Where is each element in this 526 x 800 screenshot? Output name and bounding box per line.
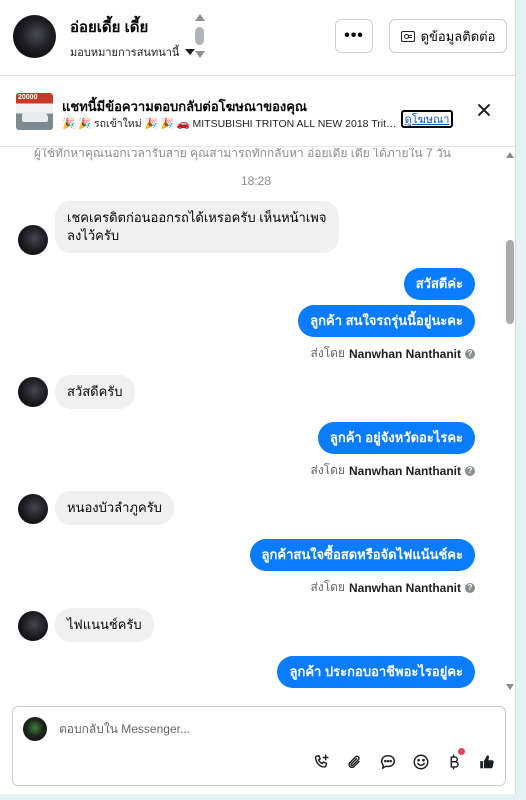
contact-card-icon bbox=[400, 30, 415, 42]
assign-conversation-dropdown[interactable]: มอบหมายการสนทนานี้ bbox=[70, 43, 196, 61]
help-icon[interactable]: ? bbox=[465, 348, 475, 359]
outgoing-message[interactable]: สวัสดีค่ะ bbox=[403, 268, 475, 300]
sent-by-agent: Nanwhan Nanthanit bbox=[348, 346, 461, 361]
page-avatar bbox=[23, 717, 47, 741]
scrollbar-thumb[interactable] bbox=[506, 240, 514, 324]
reply-input[interactable] bbox=[59, 718, 459, 740]
contact-avatar-small[interactable] bbox=[18, 225, 48, 255]
sent-by-label: ส่งโดย Nanwhan Nanthanit ? bbox=[311, 344, 475, 363]
sent-by-label: ส่งโดย Nanwhan Nanthanit ? bbox=[311, 578, 475, 597]
message-thread: ผู้ใช้ทักหาคุณนอกเวลารับสาย คุณสามารถทัก… bbox=[0, 148, 504, 696]
assign-label: มอบหมายการสนทนานี้ bbox=[70, 47, 180, 59]
contact-avatar[interactable] bbox=[13, 15, 56, 58]
view-contact-info-button[interactable]: ดูข้อมูลติดต่อ bbox=[389, 19, 507, 53]
ad-reply-banner: 20000 แชทนี้มีข้อความตอบกลับต่อโฆษณาของค… bbox=[0, 77, 515, 147]
arrow-down-icon[interactable] bbox=[195, 51, 205, 58]
sent-by-label: ส่งโดย Nanwhan Nanthanit ? bbox=[311, 461, 475, 480]
ad-thumbnail[interactable]: 20000 bbox=[16, 93, 53, 130]
sent-by-agent: Nanwhan Nanthanit bbox=[348, 580, 461, 595]
ad-banner-subtitle: 🎉 🎉 รถเข้าใหม่ 🎉 🎉 🚗 MITSUBISHI TRITON A… bbox=[62, 118, 398, 130]
outgoing-message[interactable]: ลูกค้า อยู่จังหวัดอะไรคะ bbox=[317, 422, 475, 454]
more-options-button[interactable]: ••• bbox=[335, 19, 373, 53]
contact-name[interactable]: อ่อยเดี้ย เดี้ย bbox=[70, 15, 148, 39]
ad-thumbnail-tag: 20000 bbox=[18, 94, 38, 101]
contact-avatar-small[interactable] bbox=[18, 611, 48, 641]
incoming-message[interactable]: สวัสดีครับ bbox=[55, 375, 135, 409]
payment-notification-dot bbox=[458, 748, 465, 755]
sent-by-agent: Nanwhan Nanthanit bbox=[348, 463, 461, 478]
ad-banner-title: แชทนี้มีข้อความตอบกลับต่อโฆษณาของคุณ bbox=[62, 99, 307, 114]
message-timestamp: 18:28 bbox=[240, 174, 272, 188]
incoming-message[interactable]: เชคเครดิตก่อนออกรถได้เหรอครับ เห็นหน้าเพ… bbox=[55, 201, 339, 253]
view-contact-info-label: ดูข้อมูลติดต่อ bbox=[420, 28, 496, 44]
away-notice: ผู้ใช้ทักหาคุณนอกเวลารับสาย คุณสามารถทัก… bbox=[34, 148, 451, 160]
conversation-header: อ่อยเดี้ย เดี้ย มอบหมายการสนทนานี้ ••• ด… bbox=[0, 0, 515, 76]
outgoing-message[interactable]: ลูกค้า สนใจรถรุ่นนี้อยู่นะคะ bbox=[298, 305, 475, 337]
help-icon[interactable]: ? bbox=[465, 582, 475, 593]
header-scroll-thumb[interactable] bbox=[195, 27, 204, 45]
sent-by-prefix: ส่งโดย bbox=[310, 346, 345, 360]
scroll-up-icon[interactable] bbox=[506, 152, 514, 158]
paperclip-icon[interactable] bbox=[344, 751, 366, 773]
view-ad-link[interactable]: ดูโฆษณา bbox=[401, 110, 453, 128]
emoji-icon[interactable] bbox=[410, 751, 432, 773]
scroll-down-icon[interactable] bbox=[506, 684, 514, 690]
contact-avatar-small[interactable] bbox=[18, 494, 48, 524]
sent-by-prefix: ส่งโดย bbox=[310, 463, 345, 477]
incoming-message[interactable]: หนองบัวลำภูครับ bbox=[55, 491, 174, 525]
messenger-conversation-panel: อ่อยเดี้ย เดี้ย มอบหมายการสนทนานี้ ••• ด… bbox=[0, 0, 516, 794]
incoming-message[interactable]: ไฟแนนช์ครับ bbox=[55, 608, 154, 642]
help-icon[interactable]: ? bbox=[465, 465, 475, 476]
saved-reply-icon[interactable] bbox=[377, 751, 399, 773]
arrow-up-icon[interactable] bbox=[195, 14, 205, 21]
close-icon[interactable] bbox=[476, 102, 492, 118]
thread-scrollbar[interactable] bbox=[505, 152, 515, 692]
car-image bbox=[22, 112, 48, 122]
message-composer bbox=[12, 706, 506, 786]
outgoing-message[interactable]: ลูกค้า ประกอบอาชีพอะไรอยู่คะ bbox=[277, 656, 475, 688]
contact-avatar-small[interactable] bbox=[18, 377, 48, 407]
header-scroll-control[interactable] bbox=[193, 14, 207, 60]
thumbs-up-icon[interactable] bbox=[476, 751, 498, 773]
sent-by-prefix: ส่งโดย bbox=[310, 580, 345, 594]
outgoing-message[interactable]: ลูกค้าสนใจซื้อสดหรือจัดไฟแน้นช์คะ bbox=[249, 539, 475, 571]
call-add-icon[interactable] bbox=[311, 751, 333, 773]
